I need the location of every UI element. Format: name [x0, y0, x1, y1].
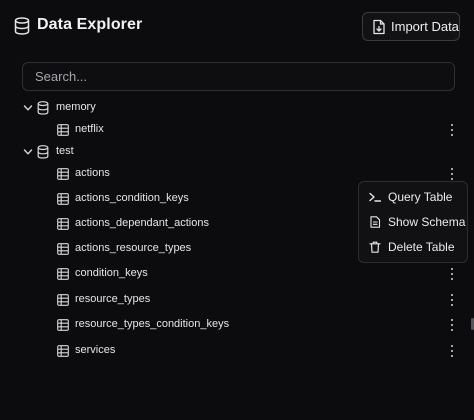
- import-data-label: Import Data: [391, 19, 459, 34]
- database-icon: [14, 17, 30, 35]
- more-options-icon[interactable]: [446, 166, 458, 182]
- table-icon: [57, 193, 69, 205]
- table-icon: [57, 345, 69, 357]
- table-name: resource_types: [75, 293, 151, 305]
- database-name: test: [56, 145, 74, 157]
- table-name: actions_condition_keys: [75, 192, 189, 204]
- more-options-icon[interactable]: [446, 122, 458, 138]
- tree-table-netflix[interactable]: netflix: [0, 119, 474, 141]
- menu-item-label: Query Table: [388, 190, 453, 204]
- menu-item-label: Delete Table: [388, 240, 455, 254]
- database-icon: [37, 101, 49, 115]
- table-name: netflix: [75, 123, 104, 135]
- menu-item-label: Show Schema: [388, 215, 466, 229]
- file-import-icon: [373, 19, 385, 35]
- table-icon: [57, 243, 69, 255]
- tree-table-resource_types[interactable]: resource_types: [0, 289, 474, 311]
- menu-item-query-table[interactable]: Query Table: [359, 185, 467, 209]
- data-explorer-panel: Data Explorer Import Data memory netflixt…: [0, 0, 474, 420]
- table-icon: [57, 218, 69, 230]
- page-title: Data Explorer: [37, 16, 143, 33]
- more-options-icon[interactable]: [446, 292, 458, 308]
- table-icon: [57, 268, 69, 280]
- table-name: condition_keys: [75, 267, 148, 279]
- more-options-icon[interactable]: [446, 343, 458, 359]
- terminal-icon: [369, 192, 381, 202]
- import-data-button[interactable]: Import Data: [362, 12, 460, 41]
- table-name: actions_dependant_actions: [75, 217, 209, 229]
- tree-database-memory[interactable]: memory: [0, 97, 474, 119]
- table-name: services: [75, 344, 116, 356]
- context-menu: Query Table Show Schema Delete Table: [358, 181, 468, 263]
- more-options-icon[interactable]: [446, 266, 458, 282]
- table-name: actions: [75, 167, 110, 179]
- menu-item-show-schema[interactable]: Show Schema: [359, 210, 467, 234]
- search-input[interactable]: [23, 63, 454, 90]
- table-name: resource_types_condition_keys: [75, 318, 230, 330]
- table-icon: [57, 319, 69, 331]
- table-icon: [57, 124, 69, 136]
- header: Data Explorer Import Data: [0, 0, 474, 52]
- table-name: actions_resource_types: [75, 242, 192, 254]
- database-name: memory: [56, 101, 96, 113]
- menu-item-delete-table[interactable]: Delete Table: [359, 235, 467, 259]
- tree-database-test[interactable]: test: [0, 141, 474, 163]
- chevron-down-icon[interactable]: [23, 147, 33, 157]
- trash-icon: [369, 241, 381, 253]
- chevron-down-icon[interactable]: [23, 103, 33, 113]
- tree-table-resource_types_condition_keys[interactable]: resource_types_condition_keys: [0, 314, 474, 336]
- more-options-icon[interactable]: [446, 317, 458, 333]
- search-box: [22, 62, 455, 91]
- database-icon: [37, 145, 49, 159]
- tree-table-condition_keys[interactable]: condition_keys: [0, 263, 474, 285]
- tree-table-services[interactable]: services: [0, 340, 474, 362]
- table-icon: [57, 168, 69, 180]
- file-text-icon: [370, 216, 381, 228]
- table-icon: [57, 294, 69, 306]
